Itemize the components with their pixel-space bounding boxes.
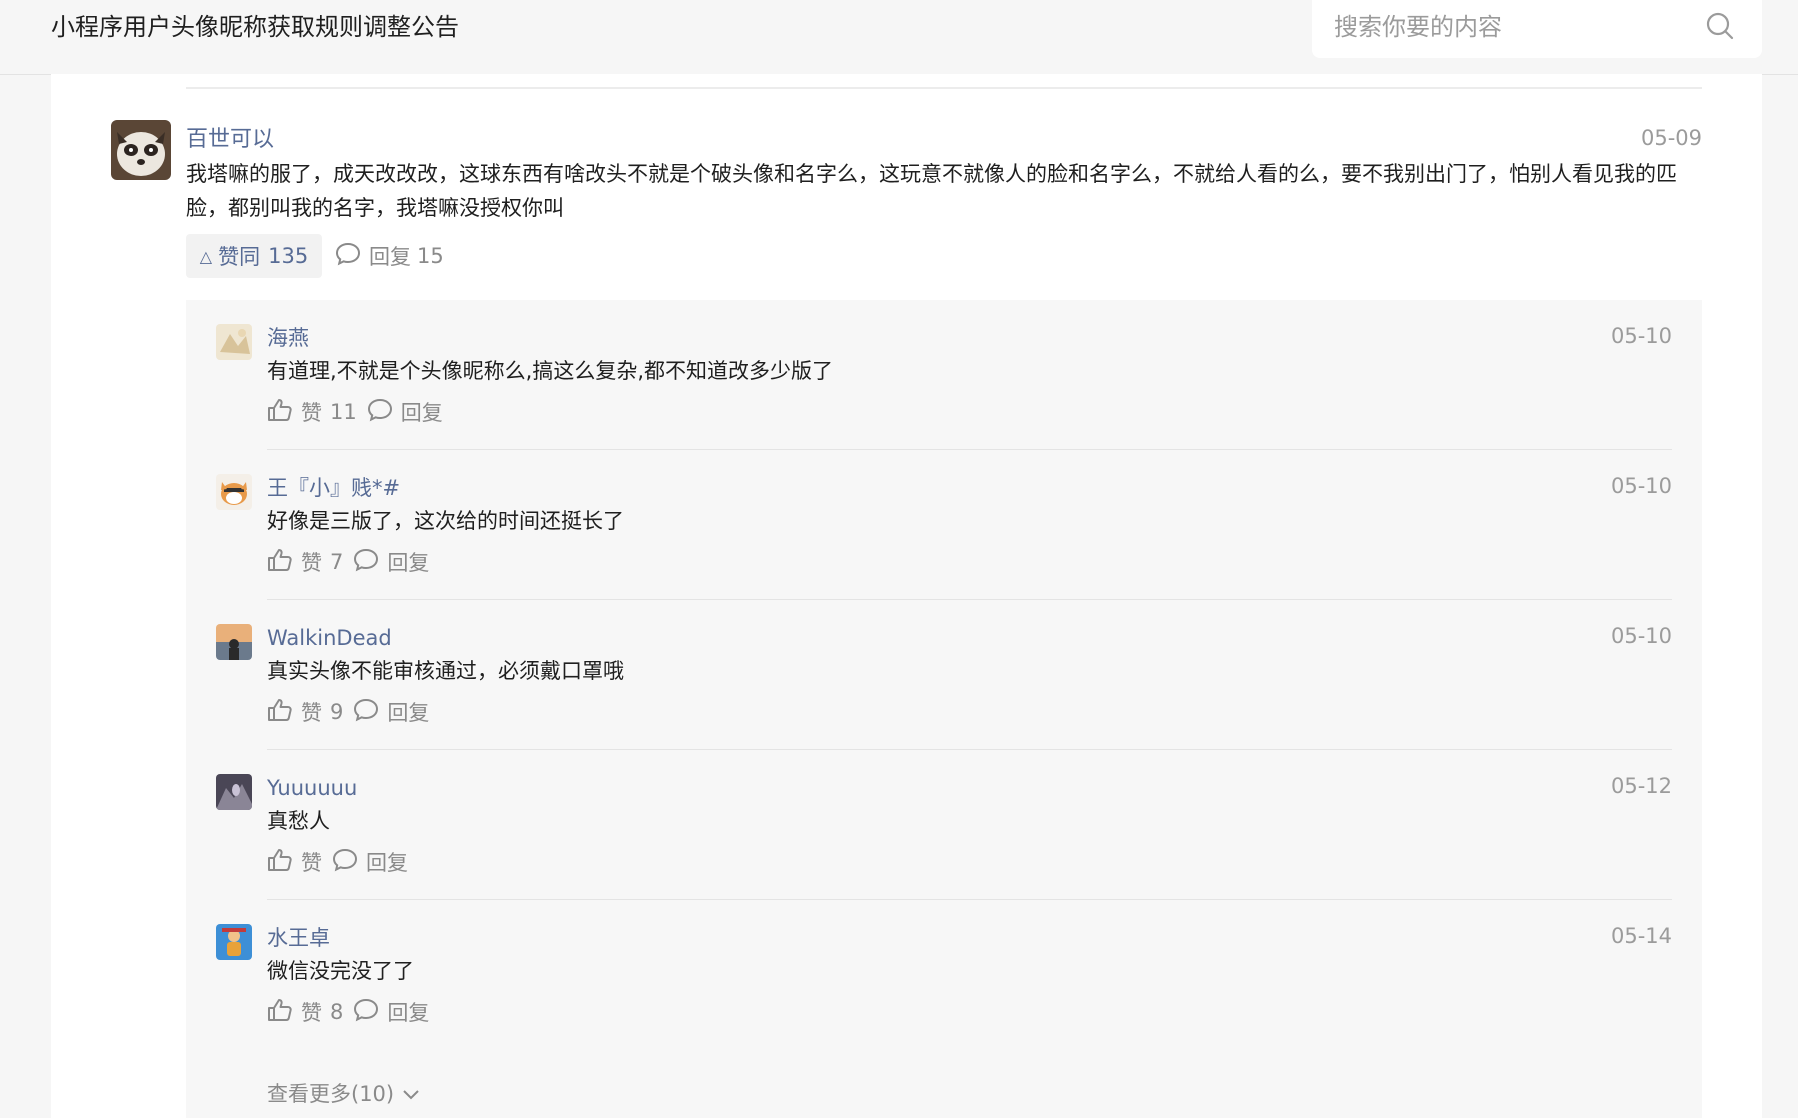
comment-card: 百世可以 05-09 我塔嘛的服了，成天改改改，这球东西有啥改头不就是个破头像和… (51, 74, 1762, 1118)
avatar[interactable] (216, 624, 252, 660)
comment-bubble-icon (332, 848, 358, 877)
reply-author[interactable]: WalkinDead (267, 622, 392, 654)
upvote-triangle-icon: △ (199, 246, 213, 266)
like-label: 赞 (301, 401, 322, 425)
reply-date: 05-14 (1610, 924, 1672, 948)
like-button[interactable]: 赞 9 (267, 697, 343, 727)
avatar[interactable] (216, 474, 252, 510)
reply-item: Yuuuuuu 05-12 真愁人 赞 回复 (186, 750, 1702, 900)
thumb-up-icon (267, 398, 293, 427)
reply-author[interactable]: 水王卓 (267, 922, 330, 954)
reply-label: 回复 (369, 245, 411, 269)
like-button[interactable]: 赞 11 (267, 397, 357, 427)
reply-actions: 赞 回复 (267, 846, 418, 878)
avatar[interactable] (216, 324, 252, 360)
reply-author[interactable]: 海燕 (267, 322, 309, 354)
reply-date: 05-10 (1610, 474, 1672, 498)
reply-text: 好像是三版了，这次给的时间还挺长了 (267, 509, 624, 533)
reply-text: 微信没完没了了 (267, 959, 414, 983)
divider (186, 87, 1702, 89)
reply-date: 05-12 (1610, 774, 1672, 798)
view-more-replies-button[interactable]: 查看更多(10) (267, 1078, 420, 1108)
chevron-down-icon (394, 1081, 420, 1105)
comment-text: 我塔嘛的服了，成天改改改，这球东西有啥改头不就是个破头像和名字么，这玩意不就像人… (186, 162, 1677, 220)
reply-button[interactable]: 回复 (353, 697, 429, 727)
comment-bubble-icon (353, 998, 379, 1027)
reply-text: 真愁人 (267, 809, 330, 833)
reply-item: 水王卓 05-14 微信没完没了了 赞 8 回复 (186, 900, 1702, 1050)
reply-label: 回复 (366, 851, 408, 875)
comment-bubble-icon (367, 398, 393, 427)
avatar[interactable] (216, 774, 252, 810)
reply-text: 真实头像不能审核通过，必须戴口罩哦 (267, 659, 624, 683)
like-button[interactable]: 赞 7 (267, 547, 343, 577)
replies-list: 海燕 05-10 有道理,不就是个头像昵称么,搞这么复杂,都不知道改多少版了 赞… (186, 300, 1702, 1118)
reply-date: 05-10 (1610, 624, 1672, 648)
reply-text: 有道理,不就是个头像昵称么,搞这么复杂,都不知道改多少版了 (267, 359, 834, 383)
reply-button[interactable]: 回复 (353, 997, 429, 1027)
thumb-up-icon (267, 998, 293, 1027)
reply-label: 回复 (387, 1001, 430, 1025)
comment-bubble-icon (335, 242, 361, 271)
like-label: 赞 (301, 701, 322, 725)
reply-button[interactable]: 回复 15 (335, 234, 444, 278)
like-label: 赞 (301, 1001, 322, 1025)
thumb-up-icon (267, 698, 293, 727)
reply-item: WalkinDead 05-10 真实头像不能审核通过，必须戴口罩哦 赞 9 回… (186, 600, 1702, 750)
comment-date: 05-09 (1640, 126, 1702, 150)
comment-bubble-icon (353, 548, 379, 577)
search-box (1312, 0, 1762, 58)
top-bar: 小程序用户头像昵称获取规则调整公告 (0, 0, 1798, 75)
like-button[interactable]: 赞 8 (267, 997, 343, 1027)
like-button[interactable]: 赞 (267, 847, 322, 877)
reply-button[interactable]: 回复 (367, 397, 443, 427)
page-title: 小程序用户头像昵称获取规则调整公告 (51, 13, 459, 41)
reply-label: 回复 (387, 551, 430, 575)
reply-author[interactable]: 王『小』贱*# (267, 472, 400, 504)
comment-author[interactable]: 百世可以 (186, 124, 274, 156)
upvote-count: 135 (268, 244, 309, 268)
reply-item: 海燕 05-10 有道理,不就是个头像昵称么,搞这么复杂,都不知道改多少版了 赞… (186, 300, 1702, 450)
search-input[interactable] (1332, 8, 1696, 46)
view-more-label: 查看更多(10) (267, 1082, 395, 1106)
reply-label: 回复 (400, 401, 443, 425)
reply-actions: 赞 9 回复 (267, 696, 439, 728)
reply-actions: 赞 11 回复 (267, 396, 453, 428)
like-count: 11 (330, 400, 357, 424)
thumb-up-icon (267, 548, 293, 577)
reply-label: 回复 (387, 701, 430, 725)
upvote-label: 赞同 (218, 245, 261, 269)
reply-button[interactable]: 回复 (332, 847, 408, 877)
avatar[interactable] (216, 924, 252, 960)
thumb-up-icon (267, 848, 293, 877)
avatar[interactable] (111, 120, 171, 180)
reply-date: 05-10 (1610, 324, 1672, 348)
reply-actions: 赞 8 回复 (267, 996, 439, 1028)
reply-actions: 赞 7 回复 (267, 546, 439, 578)
like-count: 7 (330, 550, 344, 574)
upvote-button[interactable]: △ 赞同 135 (186, 234, 322, 278)
like-count: 9 (330, 700, 344, 724)
reply-button[interactable]: 回复 (353, 547, 429, 577)
like-label: 赞 (301, 851, 322, 875)
like-count: 8 (330, 1000, 344, 1024)
reply-count: 15 (417, 244, 444, 268)
reply-item: 王『小』贱*# 05-10 好像是三版了，这次给的时间还挺长了 赞 7 回复 (186, 450, 1702, 600)
comment-bubble-icon (353, 698, 379, 727)
reply-author[interactable]: Yuuuuuu (267, 772, 357, 804)
search-icon[interactable] (1704, 10, 1736, 42)
like-label: 赞 (301, 551, 322, 575)
